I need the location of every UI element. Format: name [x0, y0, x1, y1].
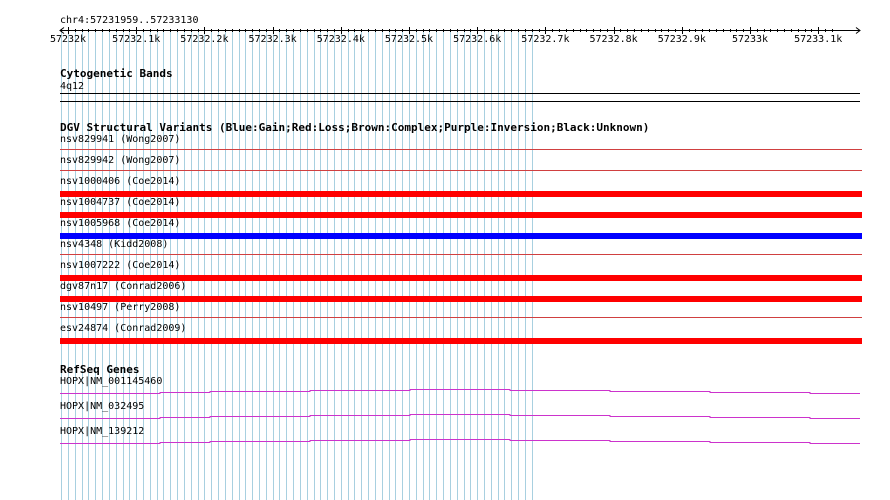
cytoband-label[interactable]: 4q12 [60, 81, 84, 93]
ruler-tick-label: 57233.1k [794, 34, 843, 45]
ruler-tick-label: 57232.8k [589, 34, 638, 45]
ruler-tick-label: 57232.6k [453, 34, 502, 45]
refseq-track-title: RefSeq Genes [60, 363, 140, 376]
dgv-feature-label[interactable]: nsv1004737 (Coe2014) [60, 197, 180, 209]
dgv-feature-label[interactable]: nsv4348 (Kidd2008) [60, 239, 168, 251]
refseq-gene-feature [60, 389, 860, 394]
refseq-gene-label[interactable]: HOPX|NM_032495 [60, 401, 144, 413]
cytobands-track-title: Cytogenetic Bands [60, 67, 173, 80]
dgv-track-title: DGV Structural Variants (Blue:Gain;Red:L… [60, 121, 650, 134]
ruler-tick-label: 57232.5k [384, 34, 434, 45]
dgv-feature-label[interactable]: dgv87n17 (Conrad2006) [60, 281, 186, 293]
dgv-feature-bar [60, 338, 862, 344]
ruler-tick-label: 57232.9k [657, 34, 706, 45]
ruler-tick-label: 57232.3k [248, 34, 297, 45]
dgv-feature-label[interactable]: nsv1007222 (Coe2014) [60, 260, 180, 272]
ruler-tick-label: 57232k [49, 34, 87, 45]
genome-browser-view: chr4:57231959..57233130 57232k 57232.1k 57… [0, 0, 890, 500]
dgv-feature-label[interactable]: nsv829941 (Wong2007) [60, 134, 180, 146]
dgv-feature-label[interactable]: nsv829942 (Wong2007) [60, 155, 180, 167]
ruler-tick-label: 57233k [731, 34, 769, 45]
refseq-gene-label[interactable]: HOPX|NM_001145460 [60, 376, 162, 388]
refseq-gene-feature [60, 439, 860, 444]
dgv-feature-label[interactable]: nsv10497 (Perry2008) [60, 302, 180, 314]
ruler-tick-label: 57232.4k [316, 34, 365, 45]
dgv-feature-label[interactable]: nsv1005968 (Coe2014) [60, 218, 180, 230]
dgv-feature-label[interactable]: nsv1000406 (Coe2014) [60, 176, 180, 188]
ruler-tick-label: 57232.7k [521, 34, 570, 45]
ruler-tick-label: 57232.2k [180, 34, 229, 45]
dgv-feature-label[interactable]: esv24874 (Conrad2009) [60, 323, 186, 335]
location-label: chr4:57231959..57233130 [60, 15, 199, 26]
refseq-gene-label[interactable]: HOPX|NM_139212 [60, 426, 144, 438]
ruler-tick-label: 57232.1k [112, 34, 161, 45]
refseq-gene-feature [60, 414, 860, 419]
dgv-feature-bar [60, 233, 862, 239]
